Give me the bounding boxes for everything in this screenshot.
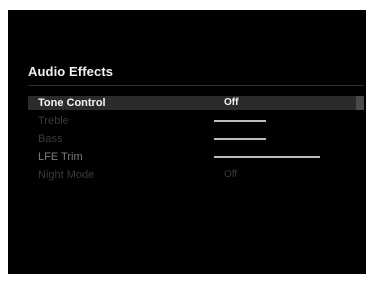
treble-level-bar <box>214 120 266 122</box>
menu-item-label: Night Mode <box>38 169 95 181</box>
menu-item-lfe-trim[interactable]: LFE Trim <box>28 150 364 164</box>
menu-item-value: Off <box>224 169 238 180</box>
menu-item-label: Bass <box>38 133 63 145</box>
menu-item-label: LFE Trim <box>38 151 83 163</box>
lfe-trim-level-bar <box>214 156 320 158</box>
selection-highlight-end <box>356 96 364 110</box>
title-divider <box>28 85 364 86</box>
menu-item-treble[interactable]: Treble <box>28 114 364 128</box>
menu-item-value: Off <box>224 97 239 108</box>
bass-level-bar <box>214 138 266 140</box>
menu-item-tone-control[interactable]: Tone Control Off <box>28 96 364 110</box>
menu-title: Audio Effects <box>28 64 114 79</box>
menu-item-bass[interactable]: Bass <box>28 132 364 146</box>
menu-item-night-mode[interactable]: Night Mode Off <box>28 168 364 182</box>
menu-item-label: Tone Control <box>38 97 106 109</box>
menu-item-label: Treble <box>38 115 69 127</box>
